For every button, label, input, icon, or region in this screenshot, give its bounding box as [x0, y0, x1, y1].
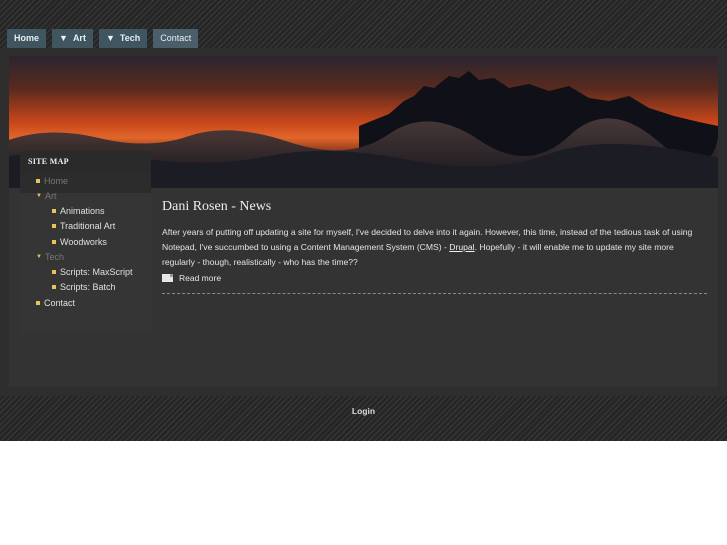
site-map-item-label: Tech: [44, 252, 64, 262]
read-more-link[interactable]: Read more: [162, 273, 221, 283]
site-map-item-label: Scripts: MaxScript: [60, 267, 133, 277]
nav-art[interactable]: ▼ Art: [52, 29, 93, 48]
square-bullet-icon: [52, 224, 56, 228]
site-map-item-label: Contact: [44, 298, 76, 308]
triangle-down-icon: ▼: [105, 33, 115, 43]
site-map-item-art[interactable]: ▼ Art: [36, 191, 56, 201]
expanded-bullet-icon: ▼: [36, 254, 42, 260]
site-map-item-label: Scripts: Batch: [60, 282, 116, 292]
site-map-item-label: Woodworks: [60, 237, 107, 247]
site-map-title: SITE MAP: [20, 151, 151, 173]
site-background: Home ▼ Art ▼ Tech Contact SITE MAP Home …: [0, 0, 727, 441]
document-icon: [162, 274, 173, 282]
square-bullet-icon: [52, 285, 56, 289]
drupal-link[interactable]: Drupal: [449, 242, 474, 252]
article-title[interactable]: Dani Rosen - News: [162, 199, 271, 215]
site-map-item-tech[interactable]: ▼ Tech: [36, 252, 64, 262]
site-map-item-traditional-art[interactable]: Traditional Art: [52, 221, 115, 231]
nav-home[interactable]: Home: [7, 29, 47, 48]
read-more-label: Read more: [179, 273, 222, 283]
nav-art-label: Art: [72, 33, 86, 43]
square-bullet-icon: [36, 179, 40, 183]
site-map-item-label: Animations: [60, 206, 105, 216]
nav-home-label: Home: [14, 33, 40, 43]
article-body: After years of putting off updating a si…: [162, 225, 707, 270]
primary-nav: Home ▼ Art ▼ Tech Contact: [7, 29, 204, 48]
expanded-bullet-icon: ▼: [36, 193, 42, 199]
triangle-down-icon: ▼: [59, 33, 68, 43]
square-bullet-icon: [52, 270, 56, 274]
site-map-item-scripts-batch[interactable]: Scripts: Batch: [52, 282, 116, 292]
square-bullet-icon: [52, 240, 56, 244]
site-map-item-scripts-maxscript[interactable]: Scripts: MaxScript: [52, 267, 133, 277]
site-map-item-contact[interactable]: Contact: [36, 298, 75, 308]
nav-tech-label: Tech: [119, 33, 141, 43]
nav-contact[interactable]: Contact: [153, 29, 199, 48]
nav-tech[interactable]: ▼ Tech: [98, 29, 148, 48]
site-map-item-animations[interactable]: Animations: [52, 206, 105, 216]
login-link[interactable]: Login: [0, 406, 727, 416]
nav-contact-label: Contact: [160, 33, 192, 43]
site-map-item-label: Art: [44, 191, 57, 201]
site-map-item-label: Traditional Art: [60, 221, 116, 231]
square-bullet-icon: [52, 209, 56, 213]
site-map-block: SITE MAP Home ▼ Art Animations Tradition…: [20, 151, 151, 333]
square-bullet-icon: [36, 301, 40, 305]
site-map-item-label: Home: [44, 176, 69, 186]
site-map-item-home[interactable]: Home: [36, 176, 68, 186]
site-map-item-woodworks[interactable]: Woodworks: [52, 237, 107, 247]
article-divider: [162, 293, 707, 294]
